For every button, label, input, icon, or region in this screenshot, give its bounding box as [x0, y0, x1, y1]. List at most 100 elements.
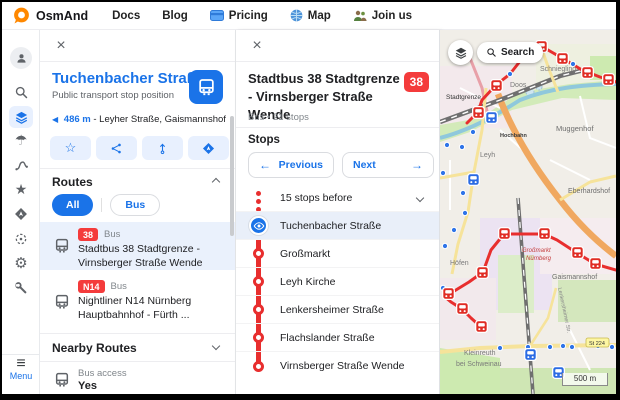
rail-settings-button[interactable]: ⚙ — [2, 252, 40, 274]
person-icon — [15, 52, 28, 65]
stop-subtitle: Public transport stop position — [52, 90, 174, 101]
nav-pricing[interactable]: Pricing — [210, 10, 268, 22]
navigation-diamond-icon — [14, 207, 28, 221]
wrench-icon — [14, 281, 28, 295]
collapse-chevron-icon[interactable] — [212, 178, 220, 186]
map-label: Eberhardshof — [568, 188, 610, 195]
expand-chevron-icon[interactable] — [212, 342, 220, 350]
rail-tools-button[interactable] — [2, 277, 40, 299]
left-icon-rail: ☂ ★ ⚙ ≡ Menu — [2, 30, 40, 394]
close-icon[interactable]: × — [246, 35, 268, 57]
rail-search-button[interactable] — [2, 81, 40, 103]
stop-title: Tuchenbacher Straße — [52, 70, 204, 87]
map-tiles: Stadtgrenze Doos Schniegling Muggenhof H… — [440, 30, 616, 394]
route-list-item[interactable]: 38 Bus Stadtbus 38 Stadtgrenze - Virnsbe… — [40, 222, 235, 270]
map-label: Leyh — [480, 152, 495, 159]
stop-marker — [253, 332, 264, 343]
previous-button[interactable]: ← Previous — [248, 152, 334, 178]
nav-map[interactable]: Map — [290, 9, 331, 22]
rail-weather-button[interactable]: ☂ — [2, 129, 40, 151]
arrow-left-icon: ← — [259, 158, 271, 172]
rail-tracks-button[interactable] — [2, 154, 40, 176]
umbrella-icon: ☂ — [15, 132, 28, 149]
bus-access-label: Bus access — [78, 368, 127, 379]
account-button[interactable] — [10, 47, 32, 69]
expand-chevron-icon — [416, 194, 424, 202]
route-badge: 38 — [78, 228, 98, 241]
filter-bus[interactable]: Bus — [110, 194, 160, 216]
map-scale-bar: 500 m — [562, 373, 608, 386]
search-icon — [14, 85, 29, 100]
pricing-card-icon — [210, 10, 224, 21]
panel2-header: × — [236, 30, 439, 62]
stop-row[interactable]: Flachslander Straße — [236, 324, 439, 352]
bus-icon — [197, 78, 216, 97]
map-label: Muggenhof — [556, 124, 594, 133]
transport-type-button[interactable] — [189, 70, 223, 104]
next-button[interactable]: Next → — [342, 152, 434, 178]
rail-trip-recording-button[interactable] — [2, 228, 40, 250]
panel1-scrollbar[interactable] — [230, 116, 234, 236]
browser-window: OsmAnd Docs Blog Pricing Map Join us ☂ ★… — [0, 0, 620, 400]
stops-header: Stops — [248, 134, 280, 146]
bus-access-icon-wrap — [54, 372, 70, 393]
stop-details-panel: × Tuchenbacher Straße Public transport s… — [40, 30, 236, 394]
top-navbar: OsmAnd Docs Blog Pricing Map Join us — [2, 2, 616, 30]
search-icon — [486, 47, 497, 58]
stops-before-row[interactable]: 15 stops before — [236, 184, 439, 212]
map-label: Doos — [510, 82, 527, 89]
filter-all[interactable]: All — [52, 194, 93, 216]
favorite-button[interactable]: ☆ — [50, 136, 91, 160]
close-icon[interactable]: × — [50, 35, 72, 57]
osmand-web-app: OsmAnd Docs Blog Pricing Map Join us ☂ ★… — [2, 2, 616, 394]
stops-list: 15 stops before Tuchenbacher Straße Groß… — [236, 184, 439, 380]
stops-pagination: ← Previous Next → — [248, 152, 434, 178]
rail-navigation-button[interactable] — [2, 203, 40, 225]
osmand-logo-icon — [12, 7, 30, 25]
stop-row[interactable]: Virnsberger Straße Wende — [236, 352, 439, 380]
bus-access-value: Yes — [78, 380, 97, 392]
nav-join-us[interactable]: Join us — [353, 10, 412, 22]
layers-icon — [14, 110, 29, 125]
nearby-routes-header: Nearby Routes — [52, 341, 137, 355]
bearing-distance: 486 m — [64, 114, 91, 125]
route-name: Nightliner N14 Nürnberg Hauptbahnhof - F… — [78, 294, 228, 322]
measure-button[interactable] — [142, 136, 183, 160]
globe-icon — [290, 9, 303, 22]
nav-blog[interactable]: Blog — [162, 10, 188, 22]
stop-actions: ☆ — [50, 136, 229, 160]
map-layers-button[interactable] — [448, 40, 473, 65]
bus-icon — [54, 294, 70, 310]
record-circle-icon — [14, 232, 28, 246]
map-label: Stadtgrenze — [446, 94, 481, 101]
stop-row[interactable]: Lenkersheimer Straße — [236, 296, 439, 324]
rail-favorites-button[interactable]: ★ — [2, 178, 40, 200]
rail-layers-button[interactable] — [9, 106, 33, 128]
share-icon — [110, 142, 123, 155]
stop-marker — [253, 304, 264, 315]
nav-docs[interactable]: Docs — [112, 10, 140, 22]
bearing-icon: ◀ — [52, 115, 58, 124]
map-label: Hochbahn — [500, 133, 528, 139]
bearing-address: - Leyher Straße, Gaismannshof — [93, 114, 226, 125]
people-icon — [353, 10, 367, 22]
route-list-item[interactable]: N14 Bus Nightliner N14 Nürnberg Hauptbah… — [40, 274, 235, 330]
map-search-button[interactable]: Search — [477, 42, 543, 63]
map-label: Großmarkt — [522, 248, 551, 254]
map-label: Kleinreuth — [464, 350, 496, 357]
osmand-brand[interactable]: OsmAnd — [12, 7, 88, 25]
stop-row[interactable]: Leyh Kirche — [236, 268, 439, 296]
star-outline-icon: ☆ — [65, 140, 77, 156]
layers-icon — [454, 46, 468, 60]
routes-header: Routes — [52, 175, 93, 189]
current-stop-marker — [249, 216, 268, 235]
navigate-button[interactable] — [188, 136, 229, 160]
share-button[interactable] — [96, 136, 137, 160]
stop-marker — [253, 248, 264, 259]
stop-row[interactable]: Großmarkt — [236, 240, 439, 268]
stop-row-current[interactable]: Tuchenbacher Straße — [236, 212, 439, 240]
map-canvas[interactable]: Stadtgrenze Doos Schniegling Muggenhof H… — [440, 30, 616, 394]
route-name: Stadtbus 38 Stadtgrenze - Virnsberger St… — [78, 242, 228, 270]
menu-button[interactable]: ≡ Menu — [2, 354, 40, 394]
menu-label: Menu — [2, 371, 40, 381]
